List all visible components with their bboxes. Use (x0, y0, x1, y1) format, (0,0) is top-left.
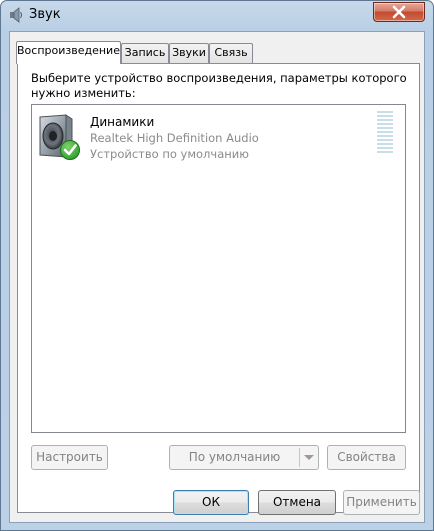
list-item[interactable]: Динамики Realtek High Definition Audio У… (32, 105, 405, 165)
set-default-split-button[interactable]: По умолчанию (169, 445, 319, 470)
device-list[interactable]: Динамики Realtek High Definition Audio У… (31, 104, 406, 433)
close-icon (392, 5, 406, 19)
device-name: Динамики (90, 115, 155, 129)
apply-button[interactable]: Применить (343, 490, 420, 515)
configure-button[interactable]: Настроить (31, 445, 108, 470)
instruction-text: Выберите устройство воспроизведения, пар… (31, 71, 407, 100)
speaker-title-icon (10, 7, 22, 23)
set-default-button-label: По умолчанию (188, 450, 281, 464)
volume-level-meter (377, 111, 393, 157)
playback-tab-panel: Выберите устройство воспроизведения, пар… (17, 63, 420, 513)
sound-dialog-window: Звук Воспроизведение Запись Звуки Связь … (0, 0, 434, 531)
tab-communications[interactable]: Связь (209, 43, 253, 63)
device-status: Устройство по умолчанию (90, 147, 249, 161)
properties-button[interactable]: Свойства (327, 445, 406, 470)
tab-playback[interactable]: Воспроизведение (16, 41, 121, 64)
close-button[interactable] (373, 2, 425, 22)
tab-sounds[interactable]: Звуки (169, 43, 209, 63)
dialog-client-area: Воспроизведение Запись Звуки Связь Выбер… (9, 31, 425, 523)
speaker-icon (39, 114, 80, 160)
title-bar[interactable]: Звук (1, 1, 433, 31)
default-check-icon (60, 140, 80, 160)
split-divider (299, 448, 300, 467)
device-driver: Realtek High Definition Audio (90, 131, 259, 145)
tab-recording[interactable]: Запись (121, 43, 169, 63)
cancel-button[interactable]: Отмена (258, 490, 336, 515)
window-title: Звук (29, 7, 61, 22)
ok-button[interactable]: ОК (173, 490, 249, 515)
chevron-down-icon[interactable] (304, 455, 314, 460)
